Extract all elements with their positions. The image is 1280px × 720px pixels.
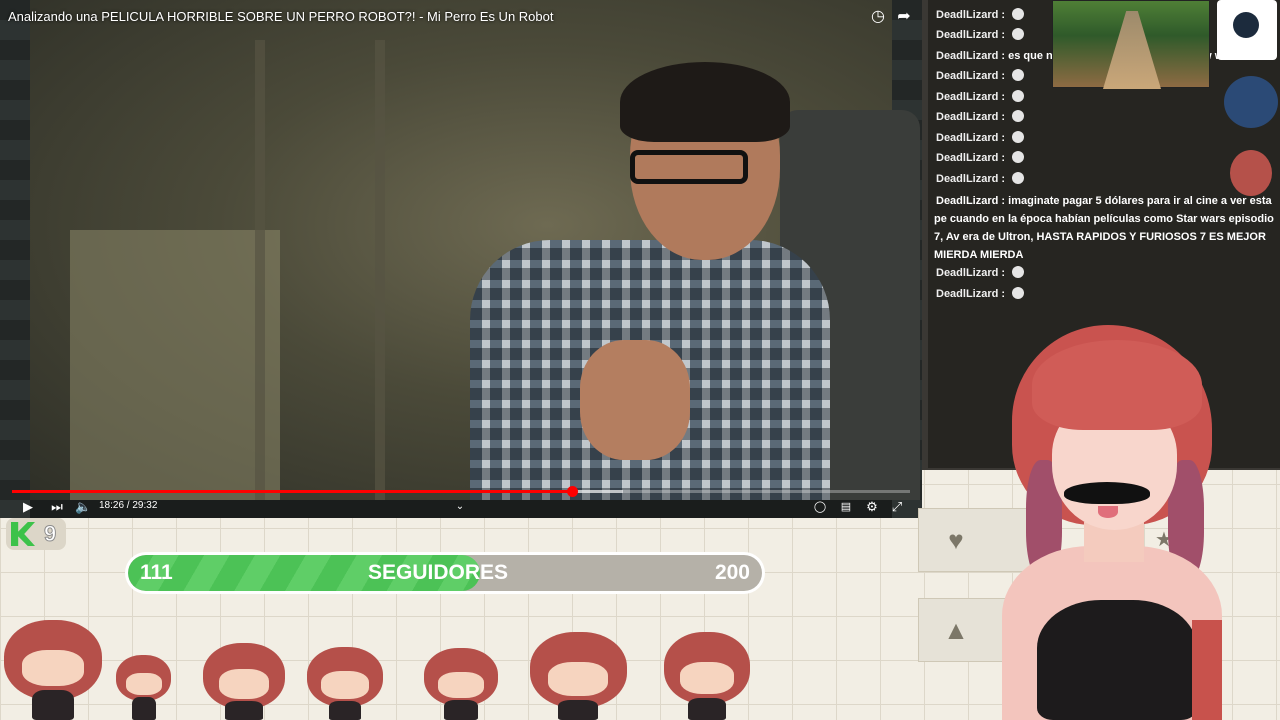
drop-icon: ▲ <box>943 615 969 645</box>
gear-icon[interactable]: ⚙ <box>864 498 880 516</box>
blue-dog-sticker <box>1224 76 1278 128</box>
chibi-character <box>424 648 498 720</box>
emote-icon <box>1012 8 1025 20</box>
progress-bar[interactable] <box>12 486 910 497</box>
played-bar <box>12 490 573 493</box>
follower-goal: 200 <box>714 561 750 584</box>
chibi-character <box>664 632 750 720</box>
follower-goal-bar: 111 SEGUIDORES 200 <box>125 552 765 594</box>
kick-logo-icon <box>11 522 35 546</box>
chat-message: DeadlLizard : <box>936 5 1025 25</box>
chat-message-long: DeadlLizard : imaginate pagar 5 dólares … <box>934 195 1274 261</box>
emote-icon <box>1012 110 1025 122</box>
share-icon[interactable]: ➦ <box>895 8 913 26</box>
stream-overlay: Analizando una PELICULA HORRIBLE SOBRE U… <box>0 0 1280 720</box>
viewer-count-badge: 9 <box>6 518 66 550</box>
viewer-count: 9 <box>43 521 57 547</box>
emote-icon <box>1012 90 1025 102</box>
player-controls: ▶ ⏭ 🔈 18:26 / 29:32 ⌄ ◯ ▤ ⚙ ⤢ <box>0 496 922 518</box>
subtitles-icon[interactable]: ▤ <box>838 498 854 516</box>
chibi-character <box>203 643 285 720</box>
autoplay-toggle-icon[interactable]: ◯ <box>808 498 832 516</box>
video-player[interactable]: Analizando una PELICULA HORRIBLE SOBRE U… <box>0 0 922 518</box>
time-display: 18:26 / 29:32 <box>99 500 158 511</box>
emote-icon <box>1012 151 1025 163</box>
chat-message: DeadlLizard : <box>936 87 1025 107</box>
scene-man-laughing <box>470 62 830 500</box>
player-border-left <box>0 0 30 518</box>
chat-message: DeadlLizard : <box>936 263 1025 283</box>
emote-icon <box>1012 131 1025 143</box>
chibi-sticker <box>1230 150 1272 196</box>
chat-message: DeadlLizard : <box>936 284 1025 304</box>
game-preview-thumbnail <box>1052 0 1210 89</box>
play-icon[interactable]: ▶ <box>20 498 36 516</box>
chibi-character <box>530 632 627 720</box>
emote-icon <box>1012 69 1025 81</box>
mustache <box>1064 482 1150 504</box>
vtuber-avatar <box>992 310 1232 720</box>
follower-current: 111 <box>140 561 173 584</box>
video-frame[interactable] <box>30 0 920 500</box>
emote-icon <box>1012 172 1025 184</box>
chat-message: DeadlLizard : <box>936 25 1025 45</box>
scene-cabinet <box>70 230 280 500</box>
next-icon[interactable]: ⏭ <box>49 498 65 516</box>
viewer-avatar <box>1217 0 1277 60</box>
emote-icon <box>1012 266 1025 278</box>
chat-message: DeadlLizard : <box>936 148 1025 168</box>
follower-goal-track: 111 SEGUIDORES 200 <box>128 555 762 591</box>
chat-message: DeadlLizard : <box>936 66 1025 86</box>
emote-icon <box>1012 287 1025 299</box>
chibi-character <box>307 647 383 720</box>
volume-icon[interactable]: 🔈 <box>75 498 91 516</box>
emote-icon <box>1012 28 1025 40</box>
chat-message: DeadlLizard : <box>936 128 1025 148</box>
video-title[interactable]: Analizando una PELICULA HORRIBLE SOBRE U… <box>8 9 553 24</box>
chevron-down-icon[interactable]: ⌄ <box>452 498 468 516</box>
heart-icon: ♥ <box>948 525 964 555</box>
chibi-character <box>4 620 102 720</box>
follower-label: SEGUIDORES <box>368 561 509 584</box>
chat-message: DeadlLizard : <box>936 107 1025 127</box>
exit-fullscreen-icon[interactable]: ⤢ <box>889 498 905 516</box>
chat-message: DeadlLizard : <box>936 169 1025 189</box>
clock-icon[interactable]: ◷ <box>869 8 887 26</box>
chibi-character <box>116 655 171 720</box>
scene-ladder <box>255 40 385 500</box>
